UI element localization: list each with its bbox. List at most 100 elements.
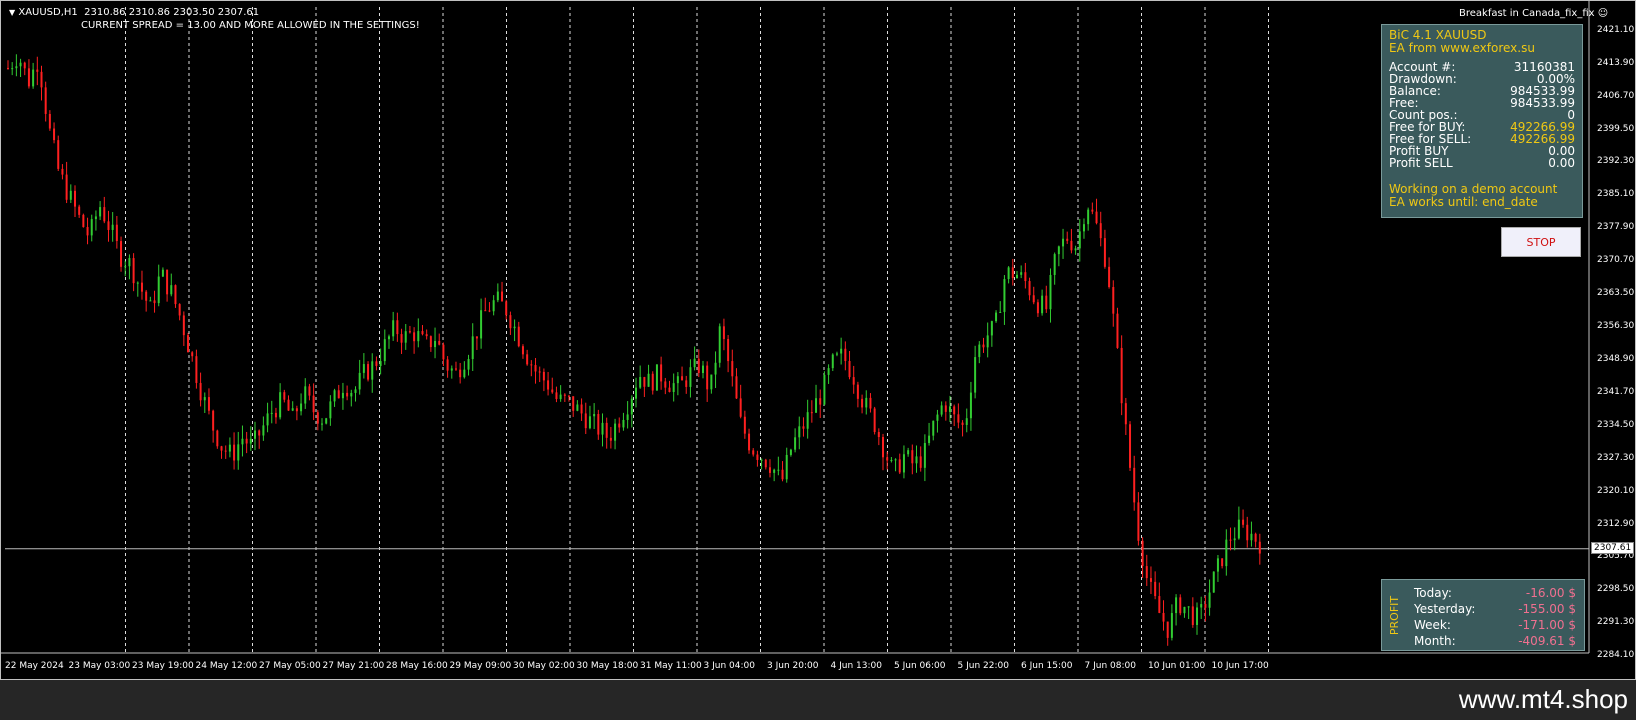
ohlc-values: 2310.86 2310.86 2303.50 2307.61: [84, 7, 260, 18]
candle-body: [877, 432, 880, 438]
candle-body: [1216, 558, 1219, 572]
candle-body: [1258, 541, 1261, 554]
ea-source: EA from www.exforex.su: [1389, 41, 1535, 55]
candle-body: [748, 433, 751, 451]
candle-body: [1196, 607, 1199, 625]
time-tick: 6 Jun 15:00: [1021, 661, 1073, 671]
candle-body: [626, 414, 629, 420]
candle-body: [425, 334, 428, 337]
candle-body: [701, 365, 704, 374]
candle-body: [438, 340, 441, 345]
candle-body: [768, 467, 771, 473]
profit-label: Month:: [1414, 634, 1456, 648]
candle-body: [1082, 224, 1085, 232]
price-tick: 2392.30: [1597, 156, 1635, 167]
candle-body: [919, 456, 922, 468]
candle-body: [534, 365, 537, 372]
candle-body: [735, 376, 738, 399]
candle-body: [128, 258, 131, 267]
candle-body: [559, 394, 562, 400]
candle-body: [710, 374, 713, 390]
candle-body: [911, 450, 914, 464]
candle-body: [367, 364, 370, 380]
candle-body: [124, 266, 127, 268]
candle-body: [844, 348, 847, 362]
candle-body: [1011, 267, 1014, 279]
candle-body: [978, 344, 981, 358]
candle-body: [647, 373, 650, 387]
candle-body: [166, 269, 169, 295]
candle-body: [513, 326, 516, 329]
candle-body: [1225, 539, 1228, 567]
time-tick: 3 Jun 04:00: [703, 661, 755, 671]
triangle-down-icon[interactable]: ▼: [9, 8, 15, 17]
candle-body: [605, 422, 608, 438]
candle-body: [258, 430, 261, 436]
candle-body: [969, 392, 972, 419]
candle-body: [346, 392, 349, 397]
time-tick: 27 May 05:00: [259, 661, 321, 671]
candle-body: [815, 398, 818, 413]
price-tick: 2385.10: [1597, 189, 1635, 200]
candle-body: [1003, 279, 1006, 312]
candle-body: [107, 221, 110, 230]
candle-body: [781, 469, 784, 480]
time-tick: 24 May 12:00: [195, 661, 258, 671]
candle-body: [1129, 424, 1132, 468]
candle-body: [1028, 281, 1031, 296]
candle-body: [752, 450, 755, 455]
candle-body: [501, 291, 504, 302]
profit-row: Today: -16.00 $: [1414, 586, 1576, 600]
time-tick: 4 Jun 13:00: [830, 661, 882, 671]
candle-body: [953, 406, 956, 415]
time-tick: 23 May 03:00: [68, 661, 131, 671]
ea-name: Breakfast in Canada_fix_fix: [1459, 8, 1595, 19]
candle-body: [676, 376, 679, 384]
candle-body: [216, 430, 219, 447]
candle-body: [1254, 533, 1257, 542]
time-tick: 29 May 09:00: [449, 661, 512, 671]
price-tick: 2399.50: [1597, 123, 1635, 134]
candle-body: [798, 426, 801, 438]
candle-body: [15, 66, 18, 69]
candle-body: [923, 443, 926, 468]
candle-body: [379, 361, 382, 366]
candle-body: [90, 219, 93, 236]
candle-body: [865, 397, 868, 408]
candle-body: [873, 408, 876, 433]
chart-window[interactable]: ▼ XAUUSD,H1 2310.86 2310.86 2303.50 2307…: [0, 0, 1636, 680]
candle-body: [852, 377, 855, 385]
candle-body: [496, 291, 499, 301]
candle-body: [697, 358, 700, 374]
candle-body: [902, 454, 905, 473]
candle-body: [1208, 592, 1211, 608]
price-tick: 2312.90: [1597, 518, 1635, 529]
candle-body: [672, 383, 675, 392]
candle-body: [727, 339, 730, 362]
candle-body: [224, 450, 227, 452]
candle-body: [40, 71, 43, 88]
candle-body: [1070, 240, 1073, 251]
candle-body: [622, 419, 625, 428]
candle-body: [291, 408, 294, 411]
candle-body: [1120, 347, 1123, 404]
time-tick: 30 May 02:00: [513, 661, 575, 671]
candle-body: [802, 426, 805, 429]
candle-body: [404, 331, 407, 343]
stop-button[interactable]: STOP: [1501, 227, 1581, 257]
candle-body: [396, 320, 399, 335]
candle-body: [245, 438, 248, 444]
profit-row: Yesterday: -155.00 $: [1414, 602, 1576, 616]
candle-body: [492, 300, 495, 312]
price-tick: 2413.90: [1597, 57, 1635, 68]
candle-body: [773, 469, 776, 473]
footer-site: www.mt4.shop: [1458, 684, 1628, 714]
time-tick: 22 May 2024: [5, 661, 64, 671]
candle-body: [1057, 246, 1060, 255]
candle-body: [609, 437, 612, 441]
candle-body: [371, 361, 374, 380]
candle-body: [890, 459, 893, 461]
candle-body: [940, 405, 943, 415]
footer-banner: www.mt4.shop: [0, 680, 1636, 720]
candle-body: [287, 399, 290, 411]
